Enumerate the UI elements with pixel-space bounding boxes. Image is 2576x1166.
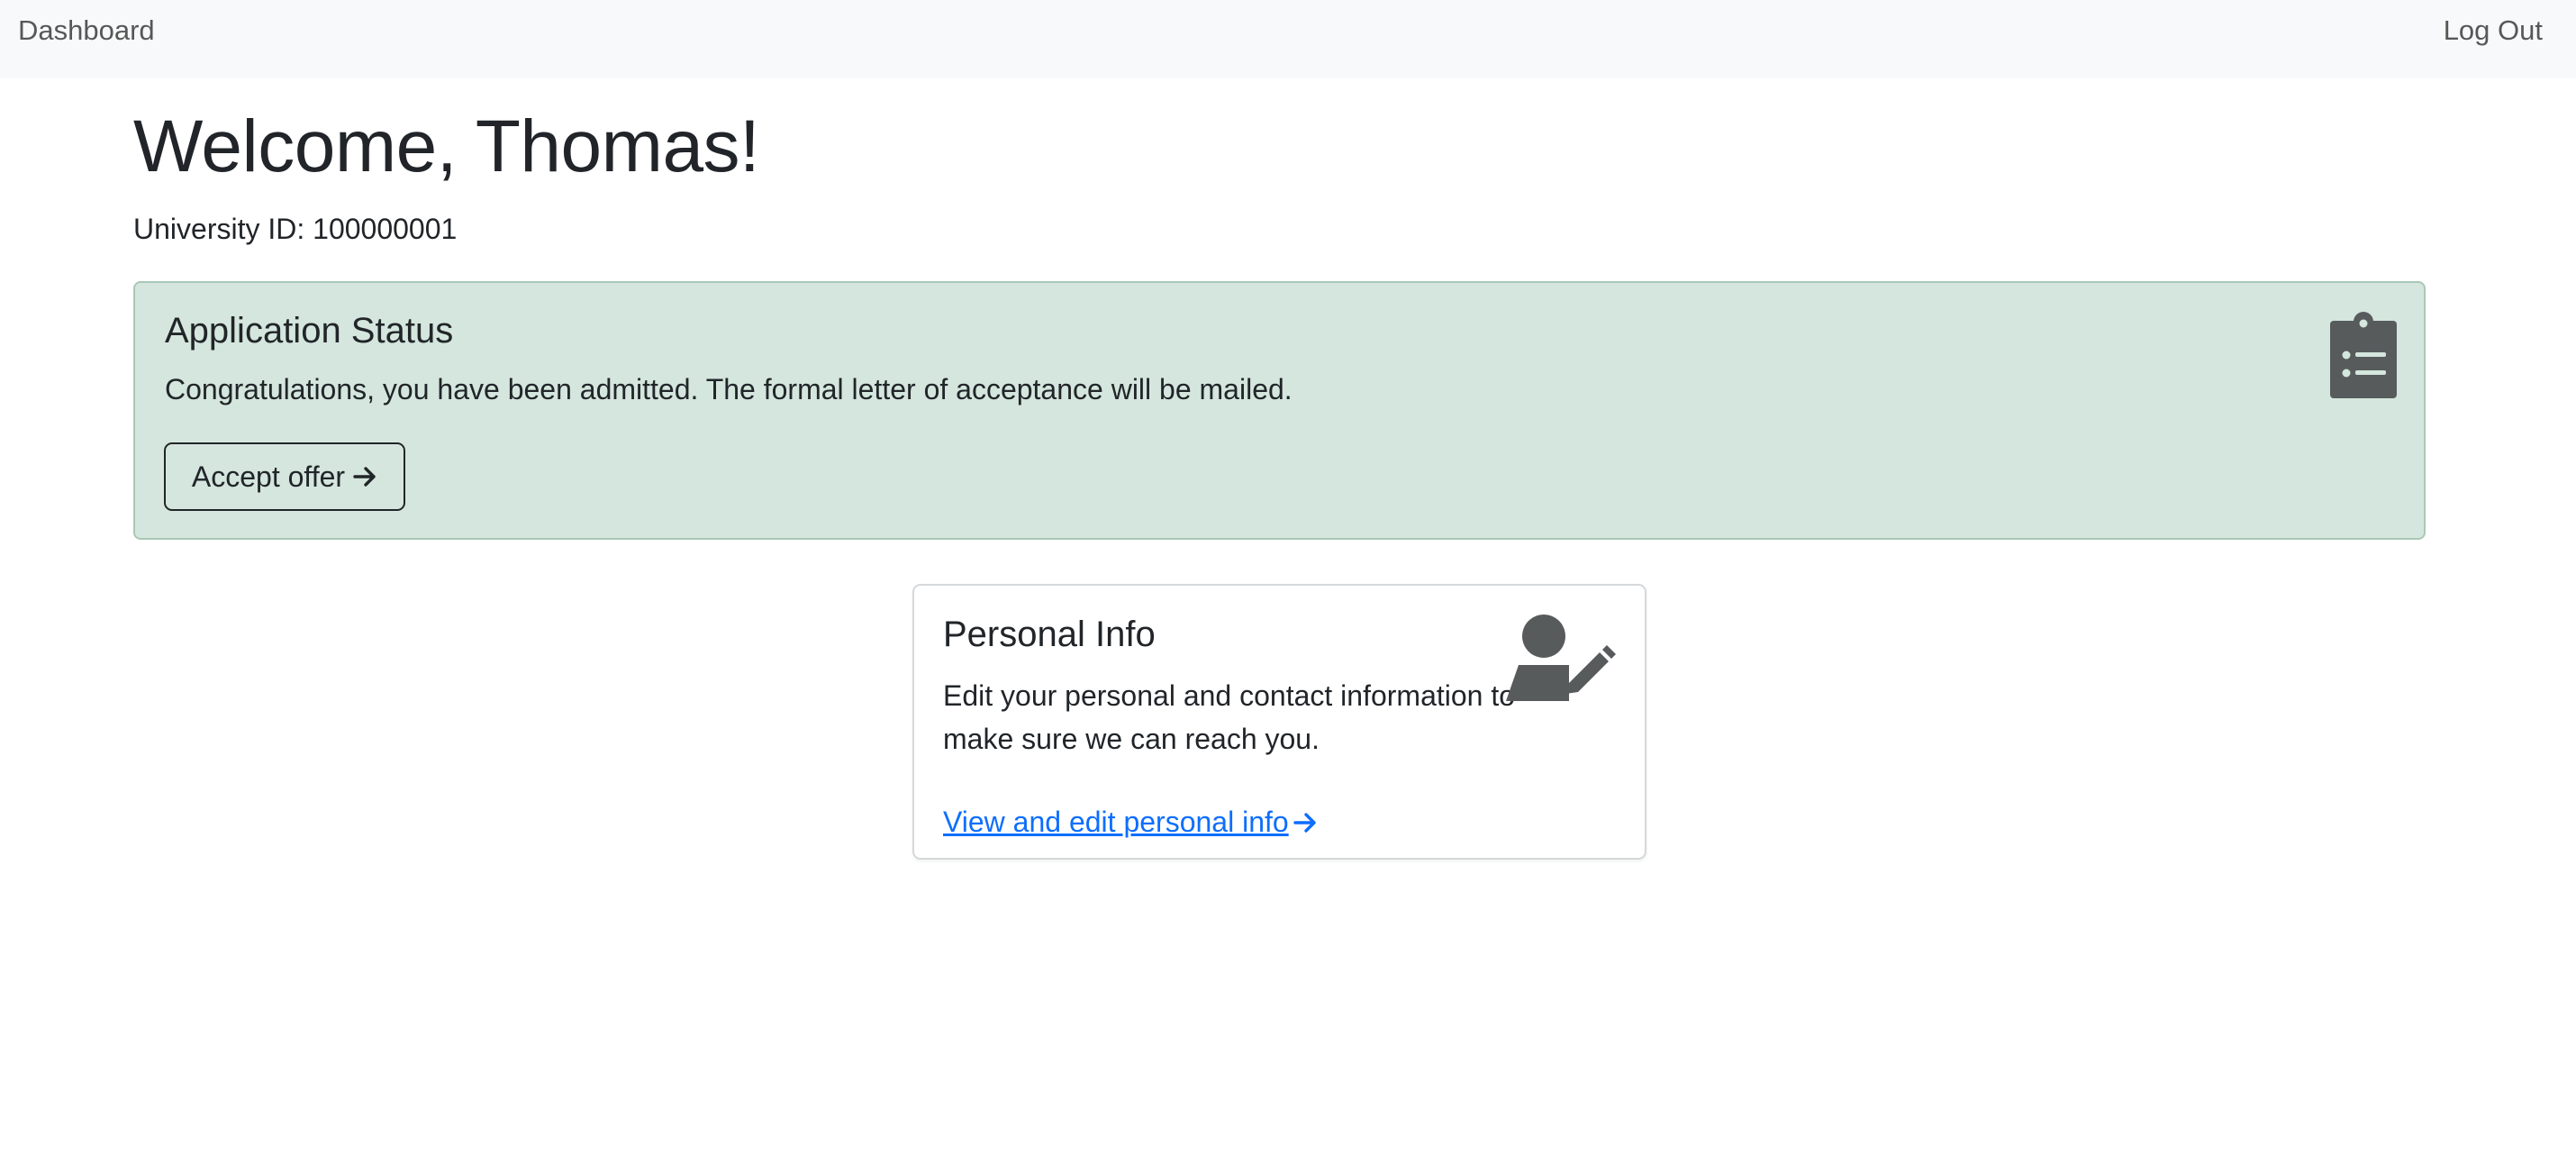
accept-offer-label: Accept offer	[191, 460, 346, 493]
arrow-right-icon	[353, 467, 376, 487]
user-pen-icon	[1506, 615, 1616, 701]
application-status-title: Application Status	[165, 311, 454, 351]
personal-info-title: Personal Info	[943, 615, 1156, 654]
logout-link[interactable]: Log Out	[2444, 14, 2543, 47]
application-status-message: Congratulations, you have been admitted.…	[165, 373, 1293, 405]
clipboard-list-icon	[2330, 312, 2397, 398]
personal-info-card: Personal Info Edit your personal and con…	[912, 584, 1646, 860]
arrow-right-icon	[1293, 812, 1316, 833]
view-edit-personal-info-link[interactable]: View and edit personal info	[943, 806, 1318, 839]
view-edit-personal-info-label: View and edit personal info	[943, 806, 1289, 838]
top-navbar: Dashboard Log Out	[0, 0, 2576, 78]
personal-info-description: Edit your personal and contact informati…	[943, 679, 1516, 755]
accept-offer-button[interactable]: Accept offer	[164, 442, 405, 511]
welcome-heading: Welcome, Thomas!	[133, 105, 760, 187]
dashboard-link[interactable]: Dashboard	[18, 14, 155, 47]
application-status-card: Application Status Congratulations, you …	[133, 281, 2426, 540]
university-id: University ID: 100000001	[133, 213, 458, 245]
